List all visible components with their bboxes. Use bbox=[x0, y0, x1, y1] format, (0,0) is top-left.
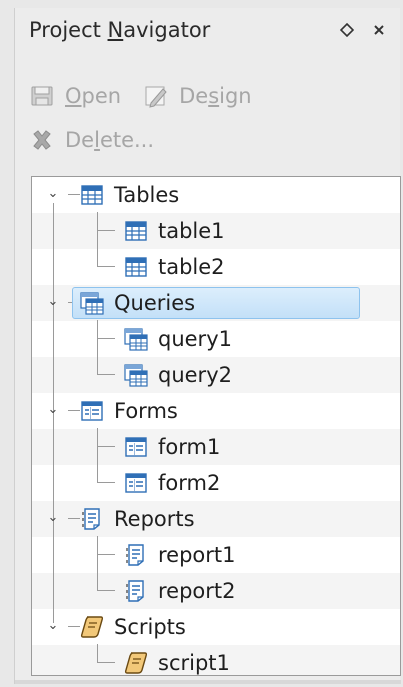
tree-connector bbox=[97, 536, 98, 590]
form-icon bbox=[81, 401, 103, 421]
query-icon bbox=[124, 328, 148, 351]
tree-item-queries[interactable]: Queries bbox=[72, 287, 360, 319]
tree-item-table2[interactable]: table2 bbox=[124, 251, 225, 283]
table-icon bbox=[81, 185, 103, 205]
open-label: Open bbox=[65, 84, 122, 108]
tree-item-tables[interactable]: Tables bbox=[80, 179, 179, 211]
tree-item-label: script1 bbox=[158, 651, 230, 675]
tree-item-table1[interactable]: table1 bbox=[124, 215, 225, 247]
project-tree[interactable]: ⌄ ⌄ ⌄ ⌄ ⌄ Tables table1 table2 Queries q… bbox=[31, 176, 401, 676]
expand-chevron-icon[interactable]: ⌄ bbox=[46, 511, 60, 525]
tree-item-label: Queries bbox=[114, 291, 196, 315]
report-icon bbox=[82, 508, 100, 530]
script-icon bbox=[80, 616, 104, 638]
tree-connector bbox=[97, 482, 115, 483]
toolbar-row-1: Open Design bbox=[29, 76, 274, 116]
float-button[interactable] bbox=[337, 20, 357, 40]
tree-connector bbox=[97, 266, 115, 267]
tree-connector bbox=[97, 230, 115, 231]
query-icon bbox=[124, 364, 148, 387]
panel-titlebar: Project Navigator bbox=[15, 8, 401, 52]
tree-connector bbox=[97, 590, 115, 591]
report-icon bbox=[126, 544, 144, 566]
expand-chevron-icon[interactable]: ⌄ bbox=[46, 187, 60, 201]
tree-item-report2[interactable]: report2 bbox=[124, 575, 236, 607]
tree-item-label: form1 bbox=[158, 435, 221, 459]
tree-item-label: Scripts bbox=[114, 615, 186, 639]
tree-connector bbox=[68, 410, 80, 411]
tree-item-label: Tables bbox=[114, 183, 180, 207]
tree-item-label: table2 bbox=[158, 255, 225, 279]
tree-item-query2[interactable]: query2 bbox=[124, 359, 232, 391]
delete-icon bbox=[33, 130, 51, 150]
tree-item-label: report1 bbox=[158, 543, 236, 567]
design-button[interactable]: Design bbox=[143, 83, 252, 109]
tree-connector bbox=[97, 338, 115, 339]
form-icon bbox=[125, 473, 147, 493]
script-icon bbox=[124, 652, 148, 674]
tree-item-label: report2 bbox=[158, 579, 236, 603]
tree-item-report1[interactable]: report1 bbox=[124, 539, 236, 571]
panel-title: Project Navigator bbox=[29, 18, 211, 42]
tree-connector bbox=[97, 662, 115, 663]
tree-item-label: form2 bbox=[158, 471, 221, 495]
design-icon bbox=[145, 86, 167, 108]
tree-connector bbox=[97, 374, 115, 375]
design-label: Design bbox=[179, 84, 252, 108]
tree-item-form1[interactable]: form1 bbox=[124, 431, 220, 463]
tree-connector bbox=[97, 644, 98, 662]
tree-item-script1[interactable]: script1 bbox=[124, 647, 230, 675]
tree-connector bbox=[68, 518, 80, 519]
tree-connector bbox=[68, 626, 80, 627]
tree-connector bbox=[97, 446, 115, 447]
report-icon bbox=[126, 580, 144, 602]
tree-item-label: table1 bbox=[158, 219, 225, 243]
table-icon bbox=[125, 257, 147, 277]
delete-button[interactable]: Delete... bbox=[29, 127, 154, 153]
expand-chevron-icon[interactable]: ⌄ bbox=[46, 403, 60, 417]
tree-connector bbox=[97, 212, 98, 266]
close-button[interactable] bbox=[369, 20, 389, 40]
open-button[interactable]: Open bbox=[29, 83, 121, 109]
tree-item-forms[interactable]: Forms bbox=[80, 395, 178, 427]
resize-handle[interactable] bbox=[15, 680, 401, 684]
float-icon bbox=[340, 23, 354, 37]
expand-chevron-icon[interactable]: ⌄ bbox=[46, 619, 60, 633]
delete-label: Delete... bbox=[65, 128, 155, 152]
tree-connector bbox=[97, 554, 115, 555]
toolbar-row-2: Delete... bbox=[29, 120, 176, 160]
tree-item-reports[interactable]: Reports bbox=[80, 503, 195, 535]
tree-item-label: Forms bbox=[114, 399, 178, 423]
tree-connector bbox=[68, 194, 80, 195]
close-icon bbox=[374, 25, 384, 35]
tree-item-form2[interactable]: form2 bbox=[124, 467, 220, 499]
tree-item-query1[interactable]: query1 bbox=[124, 323, 232, 355]
open-icon bbox=[31, 86, 53, 106]
query-icon bbox=[80, 292, 104, 315]
form-icon bbox=[125, 437, 147, 457]
tree-item-label: query1 bbox=[158, 327, 232, 351]
tree-connector bbox=[97, 428, 98, 482]
tree-item-label: Reports bbox=[114, 507, 195, 531]
tree-item-label: query2 bbox=[158, 363, 232, 387]
expand-chevron-icon[interactable]: ⌄ bbox=[46, 295, 60, 309]
tree-item-scripts[interactable]: Scripts bbox=[80, 611, 186, 643]
tree-connector bbox=[97, 320, 98, 374]
project-navigator-panel: Project Navigator Open Design Delete... … bbox=[14, 8, 401, 684]
table-icon bbox=[125, 221, 147, 241]
